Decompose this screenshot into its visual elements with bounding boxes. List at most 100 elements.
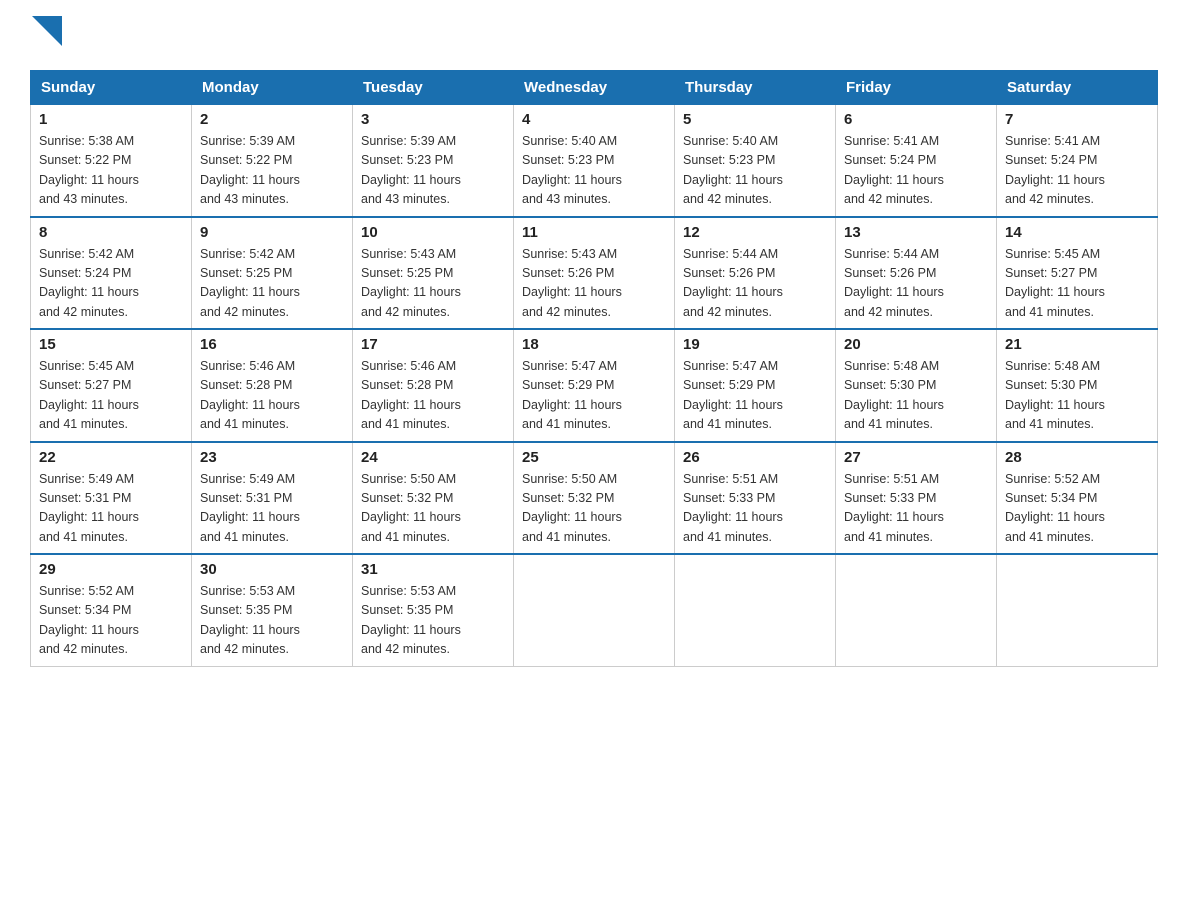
day-info: Sunrise: 5:51 AM Sunset: 5:33 PM Dayligh… (844, 470, 988, 548)
day-info: Sunrise: 5:42 AM Sunset: 5:25 PM Dayligh… (200, 245, 344, 323)
logo (30, 20, 62, 50)
day-info: Sunrise: 5:41 AM Sunset: 5:24 PM Dayligh… (1005, 132, 1149, 210)
day-number: 29 (39, 561, 183, 578)
day-number: 1 (39, 111, 183, 128)
calendar-day-cell: 14 Sunrise: 5:45 AM Sunset: 5:27 PM Dayl… (997, 217, 1158, 330)
day-number: 17 (361, 336, 505, 353)
calendar-day-cell: 17 Sunrise: 5:46 AM Sunset: 5:28 PM Dayl… (353, 329, 514, 442)
day-number: 14 (1005, 224, 1149, 241)
calendar-table: SundayMondayTuesdayWednesdayThursdayFrid… (30, 70, 1158, 667)
calendar-week-row: 8 Sunrise: 5:42 AM Sunset: 5:24 PM Dayli… (31, 217, 1158, 330)
day-number: 11 (522, 224, 666, 241)
day-number: 16 (200, 336, 344, 353)
day-info: Sunrise: 5:45 AM Sunset: 5:27 PM Dayligh… (39, 357, 183, 435)
calendar-day-cell: 28 Sunrise: 5:52 AM Sunset: 5:34 PM Dayl… (997, 442, 1158, 555)
day-number: 3 (361, 111, 505, 128)
calendar-day-cell: 23 Sunrise: 5:49 AM Sunset: 5:31 PM Dayl… (192, 442, 353, 555)
calendar-day-cell: 2 Sunrise: 5:39 AM Sunset: 5:22 PM Dayli… (192, 105, 353, 217)
calendar-day-cell (997, 554, 1158, 666)
calendar-day-cell: 24 Sunrise: 5:50 AM Sunset: 5:32 PM Dayl… (353, 442, 514, 555)
day-number: 7 (1005, 111, 1149, 128)
day-of-week-header: Sunday (31, 71, 192, 105)
day-number: 18 (522, 336, 666, 353)
day-info: Sunrise: 5:46 AM Sunset: 5:28 PM Dayligh… (200, 357, 344, 435)
day-info: Sunrise: 5:48 AM Sunset: 5:30 PM Dayligh… (844, 357, 988, 435)
day-of-week-header: Saturday (997, 71, 1158, 105)
calendar-day-cell: 21 Sunrise: 5:48 AM Sunset: 5:30 PM Dayl… (997, 329, 1158, 442)
day-info: Sunrise: 5:39 AM Sunset: 5:22 PM Dayligh… (200, 132, 344, 210)
day-number: 20 (844, 336, 988, 353)
day-info: Sunrise: 5:40 AM Sunset: 5:23 PM Dayligh… (683, 132, 827, 210)
day-info: Sunrise: 5:44 AM Sunset: 5:26 PM Dayligh… (683, 245, 827, 323)
calendar-day-cell: 7 Sunrise: 5:41 AM Sunset: 5:24 PM Dayli… (997, 105, 1158, 217)
day-info: Sunrise: 5:50 AM Sunset: 5:32 PM Dayligh… (361, 470, 505, 548)
calendar-week-row: 1 Sunrise: 5:38 AM Sunset: 5:22 PM Dayli… (31, 105, 1158, 217)
calendar-day-cell: 30 Sunrise: 5:53 AM Sunset: 5:35 PM Dayl… (192, 554, 353, 666)
day-info: Sunrise: 5:51 AM Sunset: 5:33 PM Dayligh… (683, 470, 827, 548)
day-info: Sunrise: 5:43 AM Sunset: 5:26 PM Dayligh… (522, 245, 666, 323)
day-number: 23 (200, 449, 344, 466)
day-of-week-header: Tuesday (353, 71, 514, 105)
day-number: 22 (39, 449, 183, 466)
calendar-header-row: SundayMondayTuesdayWednesdayThursdayFrid… (31, 71, 1158, 105)
day-number: 2 (200, 111, 344, 128)
calendar-day-cell: 9 Sunrise: 5:42 AM Sunset: 5:25 PM Dayli… (192, 217, 353, 330)
calendar-day-cell (514, 554, 675, 666)
day-number: 26 (683, 449, 827, 466)
calendar-week-row: 29 Sunrise: 5:52 AM Sunset: 5:34 PM Dayl… (31, 554, 1158, 666)
day-info: Sunrise: 5:52 AM Sunset: 5:34 PM Dayligh… (39, 582, 183, 660)
day-number: 31 (361, 561, 505, 578)
day-number: 28 (1005, 449, 1149, 466)
calendar-day-cell: 19 Sunrise: 5:47 AM Sunset: 5:29 PM Dayl… (675, 329, 836, 442)
calendar-day-cell (836, 554, 997, 666)
day-info: Sunrise: 5:42 AM Sunset: 5:24 PM Dayligh… (39, 245, 183, 323)
calendar-day-cell: 4 Sunrise: 5:40 AM Sunset: 5:23 PM Dayli… (514, 105, 675, 217)
day-number: 5 (683, 111, 827, 128)
calendar-day-cell: 8 Sunrise: 5:42 AM Sunset: 5:24 PM Dayli… (31, 217, 192, 330)
calendar-day-cell: 10 Sunrise: 5:43 AM Sunset: 5:25 PM Dayl… (353, 217, 514, 330)
day-info: Sunrise: 5:39 AM Sunset: 5:23 PM Dayligh… (361, 132, 505, 210)
page-header (30, 20, 1158, 50)
day-info: Sunrise: 5:49 AM Sunset: 5:31 PM Dayligh… (39, 470, 183, 548)
calendar-day-cell (675, 554, 836, 666)
calendar-day-cell: 12 Sunrise: 5:44 AM Sunset: 5:26 PM Dayl… (675, 217, 836, 330)
day-info: Sunrise: 5:38 AM Sunset: 5:22 PM Dayligh… (39, 132, 183, 210)
day-number: 4 (522, 111, 666, 128)
day-number: 30 (200, 561, 344, 578)
day-number: 13 (844, 224, 988, 241)
day-info: Sunrise: 5:50 AM Sunset: 5:32 PM Dayligh… (522, 470, 666, 548)
calendar-day-cell: 15 Sunrise: 5:45 AM Sunset: 5:27 PM Dayl… (31, 329, 192, 442)
day-number: 9 (200, 224, 344, 241)
calendar-day-cell: 6 Sunrise: 5:41 AM Sunset: 5:24 PM Dayli… (836, 105, 997, 217)
day-info: Sunrise: 5:43 AM Sunset: 5:25 PM Dayligh… (361, 245, 505, 323)
day-of-week-header: Wednesday (514, 71, 675, 105)
day-info: Sunrise: 5:48 AM Sunset: 5:30 PM Dayligh… (1005, 357, 1149, 435)
day-number: 15 (39, 336, 183, 353)
logo-triangle-icon (32, 16, 62, 46)
day-number: 12 (683, 224, 827, 241)
day-info: Sunrise: 5:49 AM Sunset: 5:31 PM Dayligh… (200, 470, 344, 548)
day-info: Sunrise: 5:53 AM Sunset: 5:35 PM Dayligh… (200, 582, 344, 660)
day-number: 21 (1005, 336, 1149, 353)
day-info: Sunrise: 5:45 AM Sunset: 5:27 PM Dayligh… (1005, 245, 1149, 323)
day-info: Sunrise: 5:40 AM Sunset: 5:23 PM Dayligh… (522, 132, 666, 210)
calendar-day-cell: 16 Sunrise: 5:46 AM Sunset: 5:28 PM Dayl… (192, 329, 353, 442)
day-of-week-header: Monday (192, 71, 353, 105)
day-number: 10 (361, 224, 505, 241)
day-number: 27 (844, 449, 988, 466)
calendar-day-cell: 29 Sunrise: 5:52 AM Sunset: 5:34 PM Dayl… (31, 554, 192, 666)
calendar-day-cell: 11 Sunrise: 5:43 AM Sunset: 5:26 PM Dayl… (514, 217, 675, 330)
calendar-day-cell: 18 Sunrise: 5:47 AM Sunset: 5:29 PM Dayl… (514, 329, 675, 442)
day-info: Sunrise: 5:44 AM Sunset: 5:26 PM Dayligh… (844, 245, 988, 323)
calendar-day-cell: 1 Sunrise: 5:38 AM Sunset: 5:22 PM Dayli… (31, 105, 192, 217)
calendar-week-row: 22 Sunrise: 5:49 AM Sunset: 5:31 PM Dayl… (31, 442, 1158, 555)
day-info: Sunrise: 5:52 AM Sunset: 5:34 PM Dayligh… (1005, 470, 1149, 548)
day-info: Sunrise: 5:53 AM Sunset: 5:35 PM Dayligh… (361, 582, 505, 660)
calendar-day-cell: 13 Sunrise: 5:44 AM Sunset: 5:26 PM Dayl… (836, 217, 997, 330)
calendar-day-cell: 3 Sunrise: 5:39 AM Sunset: 5:23 PM Dayli… (353, 105, 514, 217)
calendar-day-cell: 20 Sunrise: 5:48 AM Sunset: 5:30 PM Dayl… (836, 329, 997, 442)
calendar-week-row: 15 Sunrise: 5:45 AM Sunset: 5:27 PM Dayl… (31, 329, 1158, 442)
day-number: 8 (39, 224, 183, 241)
day-number: 6 (844, 111, 988, 128)
calendar-day-cell: 5 Sunrise: 5:40 AM Sunset: 5:23 PM Dayli… (675, 105, 836, 217)
